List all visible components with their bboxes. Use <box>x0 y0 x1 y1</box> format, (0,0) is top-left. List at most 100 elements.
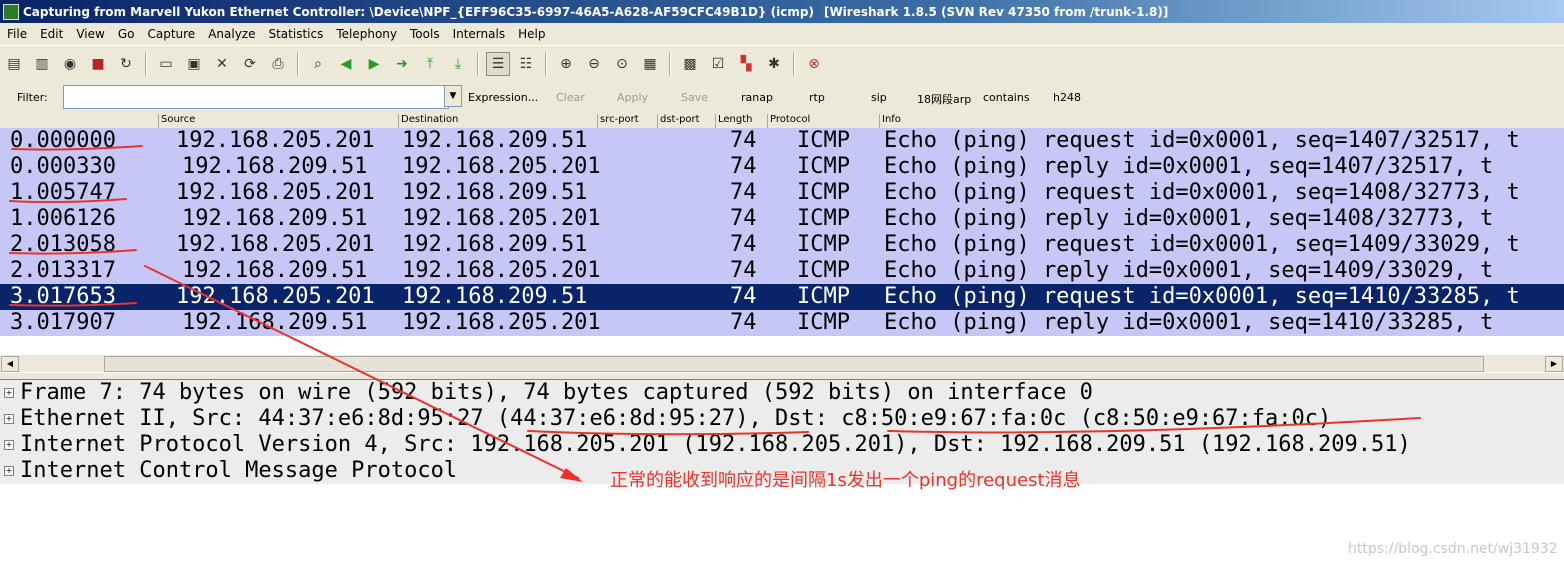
filter-button-sip[interactable]: sip <box>871 91 887 104</box>
options-icon[interactable]: ▥ <box>30 52 54 76</box>
expand-icon[interactable]: + <box>4 388 14 398</box>
menu-telephony[interactable]: Telephony <box>329 27 403 41</box>
reload-icon[interactable]: ⟳ <box>238 52 262 76</box>
save-filter-button[interactable]: Save <box>681 91 708 104</box>
find-icon[interactable]: ⌕ <box>306 52 330 76</box>
packet-row[interactable]: 0.000330 192.168.209.51 192.168.205.201 … <box>0 154 1564 180</box>
scrollbar-thumb[interactable] <box>104 356 1484 372</box>
packet-destination: 192.168.205.201 <box>402 258 601 283</box>
packet-destination: 192.168.209.51 <box>402 180 588 205</box>
packet-source: 192.168.209.51 <box>182 154 368 179</box>
scroll-right-icon[interactable]: ▶ <box>1545 356 1563 372</box>
column-src-port[interactable]: src-port <box>597 114 658 128</box>
filter-label: Filter: <box>17 91 48 104</box>
zoom-out-icon[interactable]: ⊖ <box>582 52 606 76</box>
packet-list-hscrollbar[interactable]: ◀ ▶ <box>0 355 1564 372</box>
first-icon[interactable]: ⤒ <box>418 52 442 76</box>
detail-tree-item[interactable]: + Ethernet II, Src: 44:37:e6:8d:95:27 (4… <box>0 406 1564 432</box>
packet-info: Echo (ping) request id=0x0001, seq=1407/… <box>884 128 1520 153</box>
filter-button-h248[interactable]: h248 <box>1053 91 1081 104</box>
menu-capture[interactable]: Capture <box>140 27 201 41</box>
zoom-in-icon[interactable]: ⊕ <box>554 52 578 76</box>
menu-analyze[interactable]: Analyze <box>201 27 261 41</box>
back-icon[interactable]: ◀ <box>334 52 358 76</box>
last-icon[interactable]: ⤓ <box>446 52 470 76</box>
menu-help[interactable]: Help <box>511 27 551 41</box>
start-icon[interactable]: ◉ <box>58 52 82 76</box>
filter-dropdown-icon[interactable]: ▼ <box>444 85 462 107</box>
packet-destination: 192.168.209.51 <box>402 128 588 153</box>
preferences-icon[interactable]: ✱ <box>762 52 786 76</box>
menu-internals[interactable]: Internals <box>446 27 512 41</box>
packet-row-selected[interactable]: 3.017653 192.168.205.201 192.168.209.51 … <box>0 284 1564 310</box>
packet-time: 2.013317 <box>10 258 116 283</box>
help-icon[interactable]: ⊗ <box>802 52 826 76</box>
packet-time: 0.000000 <box>10 128 116 153</box>
capture-filters-icon[interactable]: ▩ <box>678 52 702 76</box>
coloring-rules-icon[interactable]: ▚ <box>734 52 758 76</box>
forward-icon[interactable]: ▶ <box>362 52 386 76</box>
filter-button-rtp[interactable]: rtp <box>809 91 825 104</box>
annotation-text: 正常的能收到响应的是间隔1s发出一个ping的request消息 <box>610 470 1081 491</box>
packet-time: 3.017653 <box>10 284 116 309</box>
display-filters-icon[interactable]: ☑ <box>706 52 730 76</box>
detail-text: Internet Protocol Version 4, Src: 192.16… <box>20 432 1411 457</box>
detail-tree-item[interactable]: + Internet Protocol Version 4, Src: 192.… <box>0 432 1564 458</box>
packet-destination: 192.168.209.51 <box>402 232 588 257</box>
menu-statistics[interactable]: Statistics <box>261 27 329 41</box>
normal-size-icon[interactable]: ⊙ <box>610 52 634 76</box>
title-bar: Capturing from Marvell Yukon Ethernet Co… <box>0 0 1564 23</box>
menu-tools[interactable]: Tools <box>403 27 446 41</box>
packet-list-header: Source Destination src-port dst-port Len… <box>0 112 1564 129</box>
menu-view[interactable]: View <box>69 27 110 41</box>
packet-destination: 192.168.205.201 <box>402 206 601 231</box>
restart-icon[interactable]: ↻ <box>114 52 138 76</box>
packet-time: 1.006126 <box>10 206 116 231</box>
filter-button-contains[interactable]: contains <box>983 91 1030 104</box>
packet-row[interactable]: 1.006126 192.168.209.51 192.168.205.201 … <box>0 206 1564 232</box>
expand-icon[interactable]: + <box>4 466 14 476</box>
packet-length: 74 <box>730 284 757 309</box>
detail-tree-item[interactable]: + Frame 7: 74 bytes on wire (592 bits), … <box>0 380 1564 406</box>
packet-row[interactable]: 3.017907 192.168.209.51 192.168.205.201 … <box>0 310 1564 336</box>
column-info[interactable]: Info <box>879 114 1562 128</box>
scroll-left-icon[interactable]: ◀ <box>1 356 19 372</box>
column-length[interactable]: Length <box>715 114 768 128</box>
open-icon[interactable]: ▭ <box>154 52 178 76</box>
detail-text: Ethernet II, Src: 44:37:e6:8d:95:27 (44:… <box>20 406 1332 431</box>
print-icon[interactable]: ⎙ <box>266 52 290 76</box>
main-toolbar: ▤ ▥ ◉ ■ ↻ ▭ ▣ ✕ ⟳ ⎙ ⌕ ◀ ▶ ➜ ⤒ ⤓ ☰ ☷ ⊕ ⊖ … <box>0 45 1564 83</box>
packet-protocol: ICMP <box>797 232 850 257</box>
packet-row[interactable]: 2.013058 192.168.205.201 192.168.209.51 … <box>0 232 1564 258</box>
column-protocol[interactable]: Protocol <box>767 114 880 128</box>
column-destination[interactable]: Destination <box>398 114 597 128</box>
apply-button[interactable]: Apply <box>617 91 648 104</box>
filter-input[interactable] <box>63 85 449 109</box>
expand-icon[interactable]: + <box>4 414 14 424</box>
packet-row[interactable]: 2.013317 192.168.209.51 192.168.205.201 … <box>0 258 1564 284</box>
menu-go[interactable]: Go <box>111 27 141 41</box>
stop-icon[interactable]: ■ <box>86 52 110 76</box>
close-icon[interactable]: ✕ <box>210 52 234 76</box>
colorize-icon[interactable]: ☰ <box>486 52 510 76</box>
packet-row[interactable]: 1.005747 192.168.205.201 192.168.209.51 … <box>0 180 1564 206</box>
expand-icon[interactable]: + <box>4 440 14 450</box>
packet-row[interactable]: 0.000000 192.168.205.201 192.168.209.51 … <box>0 128 1564 154</box>
menu-edit[interactable]: Edit <box>33 27 69 41</box>
filter-button-arp[interactable]: 18网段arp <box>917 91 971 107</box>
resize-columns-icon[interactable]: ▦ <box>638 52 662 76</box>
clear-button[interactable]: Clear <box>556 91 585 104</box>
autoscroll-icon[interactable]: ☷ <box>514 52 538 76</box>
filter-button-ranap[interactable]: ranap <box>741 91 773 104</box>
pane-splitter[interactable] <box>0 373 1564 380</box>
save-icon[interactable]: ▣ <box>182 52 206 76</box>
column-dst-port[interactable]: dst-port <box>657 114 716 128</box>
goto-icon[interactable]: ➜ <box>390 52 414 76</box>
packet-destination: 192.168.205.201 <box>402 310 601 335</box>
expression-button[interactable]: Expression... <box>468 91 538 104</box>
interfaces-icon[interactable]: ▤ <box>2 52 26 76</box>
column-source[interactable]: Source <box>158 114 399 128</box>
packet-protocol: ICMP <box>797 284 850 309</box>
menu-file[interactable]: File <box>0 27 33 41</box>
packet-protocol: ICMP <box>797 154 850 179</box>
